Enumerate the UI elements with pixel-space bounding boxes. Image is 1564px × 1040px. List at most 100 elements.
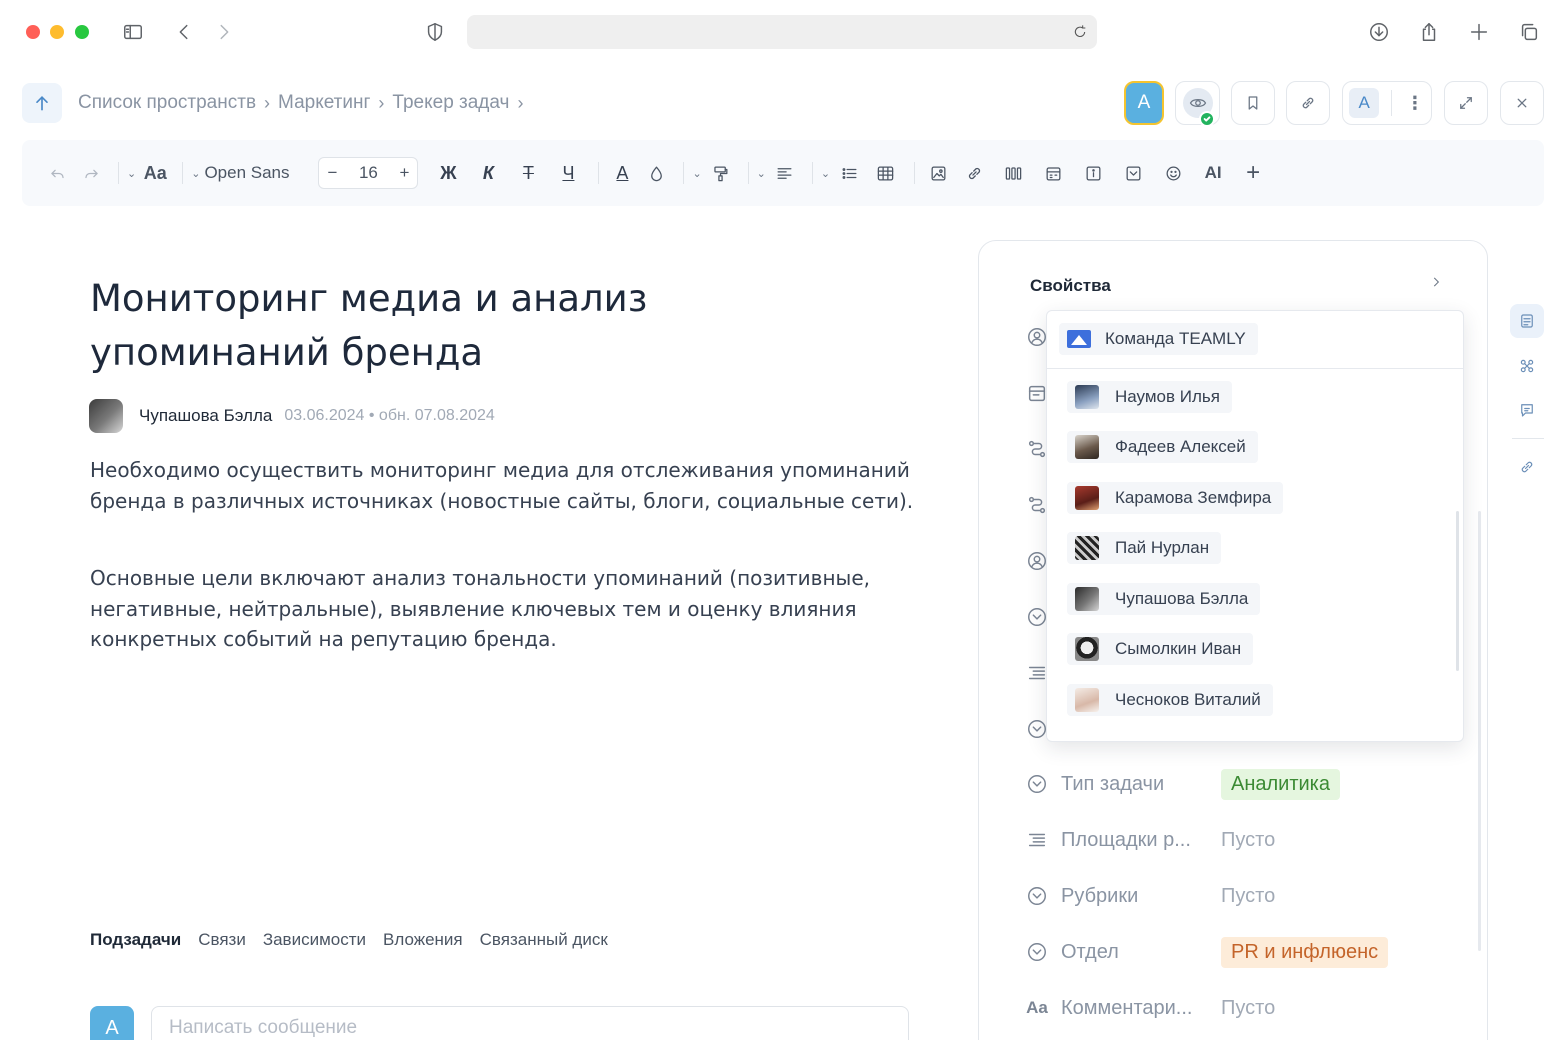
strikethrough-button[interactable]: Т — [510, 158, 546, 188]
property-task-type[interactable]: Тип задачи Аналитика — [1025, 764, 1465, 804]
person-option[interactable]: Пай Нурлан — [1067, 532, 1222, 564]
integrations-button[interactable] — [1510, 349, 1544, 383]
reload-icon[interactable] — [1069, 21, 1091, 43]
text-color-button[interactable]: A — [607, 158, 637, 188]
ai-assistant-button[interactable]: AI — [1195, 158, 1231, 188]
bold-button[interactable]: Ж — [430, 158, 466, 188]
chevron-down-icon[interactable]: ⌄ — [821, 167, 830, 180]
bookmark-button[interactable] — [1231, 81, 1275, 125]
expand-icon — [1460, 97, 1472, 109]
link-icon[interactable] — [957, 158, 991, 188]
emoji-icon[interactable] — [1155, 158, 1191, 188]
undo-icon[interactable] — [42, 158, 72, 188]
font-size-value[interactable]: 16 — [359, 163, 378, 183]
columns-icon[interactable] — [995, 158, 1031, 188]
tab-subtasks[interactable]: Подзадачи — [90, 930, 181, 950]
user-avatar-button[interactable]: A — [1124, 81, 1164, 125]
author-name[interactable]: Чупашова Бэлла — [139, 406, 272, 426]
align-left-icon[interactable] — [770, 158, 800, 188]
format-painter-icon[interactable] — [706, 158, 736, 188]
sidebar-toggle-icon[interactable] — [117, 16, 149, 48]
message-input[interactable]: Написать сообщение — [151, 1006, 909, 1040]
property-rubrics[interactable]: Рубрики Пусто — [1025, 876, 1465, 916]
person-option[interactable]: Чесноков Виталий — [1067, 684, 1273, 716]
person-option[interactable]: Сымолкин Иван — [1067, 633, 1254, 665]
highlight-color-icon[interactable] — [641, 158, 671, 188]
tab-links[interactable]: Связи — [198, 930, 246, 950]
info-block-icon[interactable] — [1075, 158, 1111, 188]
text-type-icon: Aa — [1026, 998, 1048, 1017]
table-icon[interactable] — [868, 158, 902, 188]
person-option[interactable]: Наумов Илья — [1067, 381, 1232, 413]
insert-block-button[interactable]: + — [1235, 158, 1271, 188]
close-window-button[interactable] — [26, 25, 40, 39]
property-value-tag[interactable]: Аналитика — [1221, 768, 1340, 800]
close-button[interactable] — [1500, 81, 1544, 125]
tab-attachments[interactable]: Вложения — [383, 930, 463, 950]
chevron-down-icon[interactable]: ⌄ — [692, 167, 701, 180]
panel-scrollbar[interactable] — [1478, 511, 1481, 951]
dropdown-scrollbar[interactable] — [1456, 511, 1459, 671]
property-value-tag[interactable]: PR и инфлюенс — [1221, 936, 1389, 968]
expand-button[interactable] — [1444, 81, 1488, 125]
new-tab-icon[interactable] — [1463, 16, 1495, 48]
decrease-font-size-button[interactable]: − — [327, 163, 337, 183]
property-value-empty[interactable]: Пусто — [1221, 997, 1275, 1020]
team-option[interactable]: Команда TEAMLY — [1059, 323, 1258, 355]
maximize-window-button[interactable] — [75, 25, 89, 39]
back-icon[interactable] — [168, 16, 200, 48]
toggle-block-icon[interactable] — [1115, 158, 1151, 188]
privacy-shield-icon[interactable] — [419, 16, 451, 48]
person-name: Наумов Илья — [1115, 387, 1220, 406]
comments-button[interactable] — [1510, 393, 1544, 427]
redo-icon[interactable] — [76, 158, 106, 188]
chevron-down-icon[interactable]: ⌄ — [127, 167, 136, 180]
chevron-down-icon[interactable]: ⌄ — [757, 167, 766, 180]
address-bar[interactable] — [467, 15, 1097, 49]
text-style-button[interactable]: Aa — [140, 158, 170, 188]
paragraph[interactable]: Основные цели включают анализ тональност… — [90, 563, 920, 655]
download-icon[interactable] — [1363, 16, 1395, 48]
property-platforms[interactable]: Площадки р... Пусто — [1025, 820, 1465, 860]
tab-linked-disk[interactable]: Связанный диск — [480, 930, 608, 950]
author-avatar[interactable] — [89, 399, 123, 433]
person-option[interactable]: Чупашова Бэлла — [1067, 583, 1261, 615]
minimize-window-button[interactable] — [50, 25, 64, 39]
breadcrumb-item-spaces[interactable]: Список пространств — [78, 92, 256, 114]
property-value-empty[interactable]: Пусто — [1221, 885, 1275, 908]
share-icon[interactable] — [1413, 16, 1445, 48]
property-department[interactable]: Отдел PR и инфлюенс — [1025, 932, 1465, 972]
calendar-icon[interactable] — [1035, 158, 1071, 188]
tabs-overview-icon[interactable] — [1513, 16, 1545, 48]
property-comment[interactable]: Aa Комментари... Пусто — [1025, 988, 1465, 1028]
bullet-list-icon[interactable] — [834, 158, 864, 188]
properties-panel-button[interactable] — [1510, 304, 1544, 338]
property-label: Рубрики — [1061, 884, 1139, 907]
breadcrumb-item-task-tracker[interactable]: Трекер задач — [392, 92, 509, 114]
breadcrumb-item-marketing[interactable]: Маркетинг — [278, 92, 370, 114]
forward-icon[interactable] — [208, 16, 240, 48]
more-options-icon[interactable]: ⋮ — [1405, 93, 1425, 114]
image-icon[interactable] — [923, 158, 953, 188]
chevron-down-icon[interactable]: ⌄ — [191, 167, 200, 180]
underline-button[interactable]: Ч — [550, 158, 586, 188]
increase-font-size-button[interactable]: + — [399, 163, 409, 183]
font-settings-button[interactable]: A — [1349, 88, 1380, 118]
links-button[interactable] — [1510, 450, 1544, 484]
properties-title[interactable]: Свойства — [1030, 276, 1111, 296]
font-family-select[interactable]: Open Sans — [204, 158, 314, 188]
go-up-button[interactable] — [22, 83, 62, 123]
person-option[interactable]: Карамова Земфира — [1067, 482, 1284, 514]
person-name: Чупашова Бэлла — [1115, 589, 1249, 608]
copy-link-button[interactable] — [1286, 81, 1330, 125]
italic-button[interactable]: К — [470, 158, 506, 188]
divider — [1512, 438, 1544, 439]
person-option[interactable]: Фадеев Алексей — [1067, 431, 1258, 463]
breadcrumb-separator: › — [378, 92, 385, 113]
watch-button[interactable] — [1175, 81, 1220, 127]
chevron-right-icon[interactable] — [1429, 274, 1449, 294]
tab-dependencies[interactable]: Зависимости — [263, 930, 366, 950]
page-title[interactable]: Мониторинг медиа и анализ упоминаний бре… — [90, 272, 850, 380]
property-value-empty[interactable]: Пусто — [1221, 829, 1275, 852]
paragraph[interactable]: Необходимо осуществить мониторинг медиа … — [90, 455, 920, 516]
